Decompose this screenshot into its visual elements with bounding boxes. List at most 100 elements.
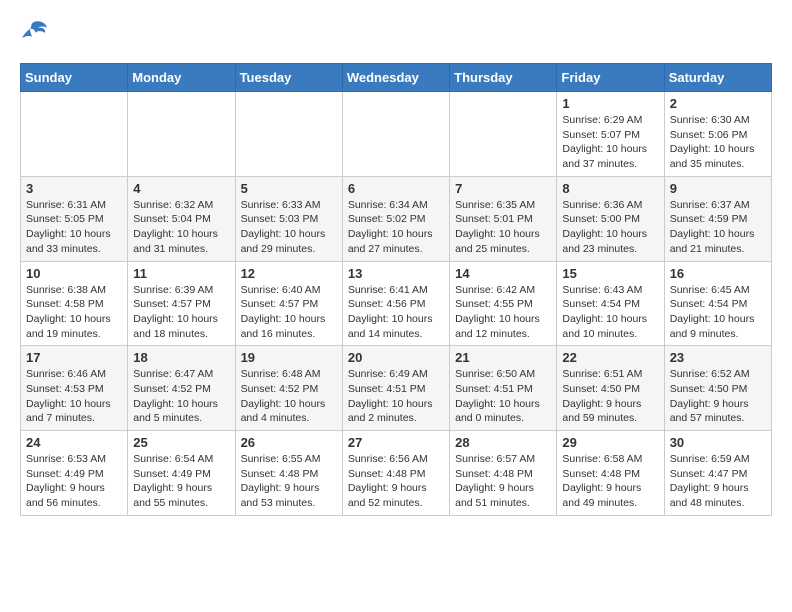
day-number: 7 [455, 181, 551, 196]
day-info: Sunrise: 6:43 AMSunset: 4:54 PMDaylight:… [562, 283, 658, 342]
day-number: 30 [670, 435, 766, 450]
calendar-cell: 24 Sunrise: 6:53 AMSunset: 4:49 PMDayligh… [21, 431, 128, 516]
day-info: Sunrise: 6:48 AMSunset: 4:52 PMDaylight:… [241, 367, 337, 426]
day-number: 25 [133, 435, 229, 450]
calendar-cell: 1 Sunrise: 6:29 AMSunset: 5:07 PMDaylight… [557, 92, 664, 177]
calendar-cell: 21 Sunrise: 6:50 AMSunset: 4:51 PMDayligh… [450, 346, 557, 431]
day-info: Sunrise: 6:58 AMSunset: 4:48 PMDaylight:… [562, 452, 658, 511]
day-info: Sunrise: 6:50 AMSunset: 4:51 PMDaylight:… [455, 367, 551, 426]
calendar-cell: 8 Sunrise: 6:36 AMSunset: 5:00 PMDaylight… [557, 176, 664, 261]
day-number: 18 [133, 350, 229, 365]
day-number: 24 [26, 435, 122, 450]
logo [20, 20, 52, 47]
day-number: 17 [26, 350, 122, 365]
day-number: 9 [670, 181, 766, 196]
calendar-cell: 2 Sunrise: 6:30 AMSunset: 5:06 PMDaylight… [664, 92, 771, 177]
day-info: Sunrise: 6:59 AMSunset: 4:47 PMDaylight:… [670, 452, 766, 511]
day-number: 22 [562, 350, 658, 365]
weekday-header-friday: Friday [557, 64, 664, 92]
day-info: Sunrise: 6:32 AMSunset: 5:04 PMDaylight:… [133, 198, 229, 257]
logo-bird-icon [20, 20, 48, 42]
calendar-cell: 6 Sunrise: 6:34 AMSunset: 5:02 PMDaylight… [342, 176, 449, 261]
day-info: Sunrise: 6:51 AMSunset: 4:50 PMDaylight:… [562, 367, 658, 426]
calendar-table: SundayMondayTuesdayWednesdayThursdayFrid… [20, 63, 772, 516]
calendar-cell: 28 Sunrise: 6:57 AMSunset: 4:48 PMDayligh… [450, 431, 557, 516]
header [20, 20, 772, 47]
day-number: 29 [562, 435, 658, 450]
day-number: 19 [241, 350, 337, 365]
day-info: Sunrise: 6:40 AMSunset: 4:57 PMDaylight:… [241, 283, 337, 342]
weekday-header-saturday: Saturday [664, 64, 771, 92]
calendar-cell: 18 Sunrise: 6:47 AMSunset: 4:52 PMDayligh… [128, 346, 235, 431]
day-info: Sunrise: 6:37 AMSunset: 4:59 PMDaylight:… [670, 198, 766, 257]
calendar-cell: 12 Sunrise: 6:40 AMSunset: 4:57 PMDayligh… [235, 261, 342, 346]
day-number: 11 [133, 266, 229, 281]
calendar-cell: 16Sunrise: 6:45 AMSunset: 4:54 PMDayligh… [664, 261, 771, 346]
calendar-cell: 3 Sunrise: 6:31 AMSunset: 5:05 PMDaylight… [21, 176, 128, 261]
day-number: 2 [670, 96, 766, 111]
day-info: Sunrise: 6:33 AMSunset: 5:03 PMDaylight:… [241, 198, 337, 257]
weekday-header-tuesday: Tuesday [235, 64, 342, 92]
calendar-cell: 29 Sunrise: 6:58 AMSunset: 4:48 PMDayligh… [557, 431, 664, 516]
calendar-cell: 14 Sunrise: 6:42 AMSunset: 4:55 PMDayligh… [450, 261, 557, 346]
day-number: 10 [26, 266, 122, 281]
calendar-cell: 13 Sunrise: 6:41 AMSunset: 4:56 PMDayligh… [342, 261, 449, 346]
day-number: 21 [455, 350, 551, 365]
day-number: 20 [348, 350, 444, 365]
day-number: 27 [348, 435, 444, 450]
day-info: Sunrise: 6:47 AMSunset: 4:52 PMDaylight:… [133, 367, 229, 426]
calendar-cell [450, 92, 557, 177]
day-number: 6 [348, 181, 444, 196]
calendar-cell: 9 Sunrise: 6:37 AMSunset: 4:59 PMDaylight… [664, 176, 771, 261]
day-number: 1 [562, 96, 658, 111]
day-number: 28 [455, 435, 551, 450]
day-info: Sunrise: 6:42 AMSunset: 4:55 PMDaylight:… [455, 283, 551, 342]
day-number: 5 [241, 181, 337, 196]
calendar-cell [342, 92, 449, 177]
calendar-cell: 10 Sunrise: 6:38 AMSunset: 4:58 PMDayligh… [21, 261, 128, 346]
day-info: Sunrise: 6:31 AMSunset: 5:05 PMDaylight:… [26, 198, 122, 257]
day-info: Sunrise: 6:55 AMSunset: 4:48 PMDaylight:… [241, 452, 337, 511]
calendar-cell [21, 92, 128, 177]
calendar-cell: 22 Sunrise: 6:51 AMSunset: 4:50 PMDayligh… [557, 346, 664, 431]
calendar-cell [128, 92, 235, 177]
calendar-cell: 30 Sunrise: 6:59 AMSunset: 4:47 PMDayligh… [664, 431, 771, 516]
weekday-header-monday: Monday [128, 64, 235, 92]
day-info: Sunrise: 6:35 AMSunset: 5:01 PMDaylight:… [455, 198, 551, 257]
calendar-cell: 23 Sunrise: 6:52 AMSunset: 4:50 PMDayligh… [664, 346, 771, 431]
calendar-cell: 15 Sunrise: 6:43 AMSunset: 4:54 PMDayligh… [557, 261, 664, 346]
day-info: Sunrise: 6:29 AMSunset: 5:07 PMDaylight:… [562, 113, 658, 172]
day-info: Sunrise: 6:41 AMSunset: 4:56 PMDaylight:… [348, 283, 444, 342]
day-info: Sunrise: 6:57 AMSunset: 4:48 PMDaylight:… [455, 452, 551, 511]
calendar-cell [235, 92, 342, 177]
day-number: 15 [562, 266, 658, 281]
day-number: 13 [348, 266, 444, 281]
day-info: Sunrise: 6:56 AMSunset: 4:48 PMDaylight:… [348, 452, 444, 511]
calendar-cell: 4Sunrise: 6:32 AMSunset: 5:04 PMDaylight… [128, 176, 235, 261]
day-info: Sunrise: 6:54 AMSunset: 4:49 PMDaylight:… [133, 452, 229, 511]
day-number: 12 [241, 266, 337, 281]
calendar-cell: 27 Sunrise: 6:56 AMSunset: 4:48 PMDayligh… [342, 431, 449, 516]
day-info: Sunrise: 6:30 AMSunset: 5:06 PMDaylight:… [670, 113, 766, 172]
day-info: Sunrise: 6:36 AMSunset: 5:00 PMDaylight:… [562, 198, 658, 257]
day-number: 23 [670, 350, 766, 365]
day-info: Sunrise: 6:39 AMSunset: 4:57 PMDaylight:… [133, 283, 229, 342]
calendar-cell: 25 Sunrise: 6:54 AMSunset: 4:49 PMDayligh… [128, 431, 235, 516]
calendar-cell: 26 Sunrise: 6:55 AMSunset: 4:48 PMDayligh… [235, 431, 342, 516]
calendar-cell: 20 Sunrise: 6:49 AMSunset: 4:51 PMDayligh… [342, 346, 449, 431]
calendar-cell: 7 Sunrise: 6:35 AMSunset: 5:01 PMDaylight… [450, 176, 557, 261]
day-info: Sunrise: 6:53 AMSunset: 4:49 PMDaylight:… [26, 452, 122, 511]
calendar-cell: 11 Sunrise: 6:39 AMSunset: 4:57 PMDayligh… [128, 261, 235, 346]
calendar-cell: 17Sunrise: 6:46 AMSunset: 4:53 PMDayligh… [21, 346, 128, 431]
day-info: Sunrise: 6:38 AMSunset: 4:58 PMDaylight:… [26, 283, 122, 342]
weekday-header-wednesday: Wednesday [342, 64, 449, 92]
day-info: Sunrise: 6:52 AMSunset: 4:50 PMDaylight:… [670, 367, 766, 426]
day-number: 26 [241, 435, 337, 450]
day-number: 14 [455, 266, 551, 281]
weekday-header-thursday: Thursday [450, 64, 557, 92]
calendar-cell: 5 Sunrise: 6:33 AMSunset: 5:03 PMDaylight… [235, 176, 342, 261]
day-number: 3 [26, 181, 122, 196]
day-number: 8 [562, 181, 658, 196]
day-info: Sunrise: 6:49 AMSunset: 4:51 PMDaylight:… [348, 367, 444, 426]
day-info: Sunrise: 6:34 AMSunset: 5:02 PMDaylight:… [348, 198, 444, 257]
